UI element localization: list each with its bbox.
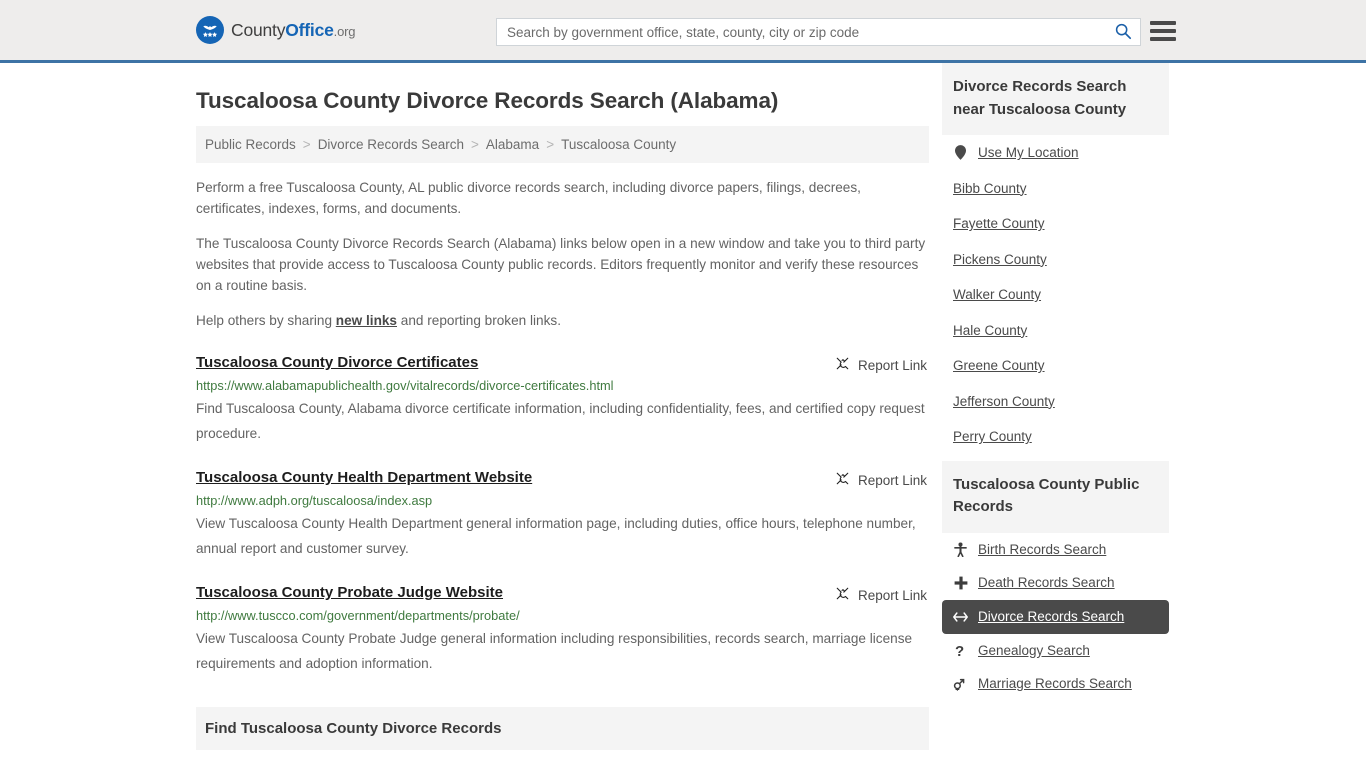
search-box: [496, 18, 1141, 46]
record-type-link[interactable]: Genealogy Search: [978, 642, 1090, 660]
record-type-link[interactable]: Birth Records Search: [978, 541, 1106, 559]
hamburger-menu-icon[interactable]: [1150, 19, 1176, 43]
listing-title-link[interactable]: Tuscaloosa County Divorce Certificates: [196, 354, 478, 373]
county-link[interactable]: Pickens County: [953, 251, 1047, 269]
new-links-link[interactable]: new links: [336, 313, 397, 328]
sidebar-item-divorce-records-search[interactable]: Divorce Records Search: [942, 600, 1169, 634]
sidebar: Divorce Records Search near Tuscaloosa C…: [942, 63, 1169, 768]
sidebar-item-fayette-county[interactable]: Fayette County: [942, 206, 1169, 242]
report-link-label: Report Link: [857, 357, 927, 373]
map-pin-icon: [953, 145, 968, 161]
listing-header: Tuscaloosa County Health Department Webs…: [196, 469, 929, 489]
baby-icon: [953, 542, 968, 558]
sidebar-panel-title: Divorce Records Search near Tuscaloosa C…: [942, 63, 1169, 135]
listing-description: Find Tuscaloosa County, Alabama divorce …: [196, 401, 925, 442]
listing-header: Tuscaloosa County Divorce Certificates R…: [196, 354, 929, 374]
county-link[interactable]: Hale County: [953, 322, 1027, 340]
page-title: Tuscaloosa County Divorce Records Search…: [196, 88, 779, 113]
record-type-link[interactable]: Divorce Records Search: [978, 608, 1124, 626]
sidebar-item-pickens-county[interactable]: Pickens County: [942, 242, 1169, 278]
listing-item: Tuscaloosa County Divorce Certificates R…: [196, 354, 929, 446]
listing-url[interactable]: http://www.adph.org/tuscaloosa/index.asp: [196, 493, 929, 510]
sidebar-item-bibb-county[interactable]: Bibb County: [942, 171, 1169, 207]
listing-item: Tuscaloosa County Probate Judge Website …: [196, 584, 929, 676]
nearby-counties-list: Use My Location Bibb County Fayette Coun…: [942, 135, 1169, 455]
listing-description: View Tuscaloosa County Probate Judge gen…: [196, 630, 913, 671]
report-link-label: Report Link: [857, 587, 927, 603]
breadcrumb-item-public-records[interactable]: Public Records: [205, 137, 296, 152]
report-link-button[interactable]: Report Link: [835, 354, 927, 374]
breadcrumb-item-divorce-records-search[interactable]: Divorce Records Search: [318, 137, 464, 152]
breadcrumb: Public Records > Divorce Records Search …: [196, 126, 929, 163]
eagle-badge-icon: [196, 16, 224, 44]
help-suffix-text: and reporting broken links.: [397, 313, 561, 329]
hamburger-bar-2: [1150, 29, 1176, 33]
cross-icon: [953, 576, 968, 590]
question-mark-icon: ?: [953, 643, 968, 658]
svg-text:?: ?: [955, 643, 964, 658]
use-my-location-link[interactable]: Use My Location: [978, 144, 1079, 162]
breadcrumb-item-tuscaloosa-county[interactable]: Tuscaloosa County: [561, 137, 676, 152]
sidebar-item-hale-county[interactable]: Hale County: [942, 313, 1169, 349]
sidebar-item-perry-county[interactable]: Perry County: [942, 419, 1169, 455]
help-paragraph: Help others by sharing new links and rep…: [196, 310, 929, 331]
sidebar-item-use-my-location[interactable]: Use My Location: [942, 135, 1169, 171]
search-icon: [1114, 22, 1132, 43]
hamburger-bar-1: [1150, 21, 1176, 25]
county-link[interactable]: Jefferson County: [953, 393, 1055, 411]
county-link[interactable]: Fayette County: [953, 215, 1045, 233]
broken-link-icon: [835, 471, 850, 489]
left-right-arrow-icon: [953, 611, 968, 623]
main-content: Tuscaloosa County Divorce Records Search…: [196, 63, 929, 768]
logo-text-office: Office: [285, 19, 334, 40]
record-type-link[interactable]: Marriage Records Search: [978, 675, 1132, 693]
breadcrumb-separator: >: [546, 137, 555, 152]
county-link[interactable]: Walker County: [953, 286, 1041, 304]
broken-link-icon: [835, 356, 850, 374]
sidebar-item-genealogy-search[interactable]: ? Genealogy Search: [942, 634, 1169, 668]
record-type-link[interactable]: Death Records Search: [978, 574, 1115, 592]
section-heading-find-records: Find Tuscaloosa County Divorce Records: [196, 707, 929, 751]
site-logo[interactable]: CountyOffice.org: [196, 16, 355, 44]
site-header: CountyOffice.org: [0, 0, 1366, 63]
listing-description: View Tuscaloosa County Health Department…: [196, 515, 916, 557]
sidebar-item-walker-county[interactable]: Walker County: [942, 277, 1169, 313]
sidebar-panel-public-records: Tuscaloosa County Public Records Birth R…: [942, 460, 1169, 701]
logo-text-org: .org: [333, 23, 356, 39]
sidebar-item-birth-records-search[interactable]: Birth Records Search: [942, 533, 1169, 567]
listing-url[interactable]: http://www.tuscco.com/government/departm…: [196, 608, 929, 625]
report-link-button[interactable]: Report Link: [835, 469, 927, 489]
public-records-list: Birth Records Search Death Records Searc…: [942, 533, 1169, 701]
breadcrumb-separator: >: [471, 137, 479, 152]
intro-paragraph-1: Perform a free Tuscaloosa County, AL pub…: [196, 180, 861, 217]
listing-url[interactable]: https://www.alabamapublichealth.gov/vita…: [196, 378, 929, 395]
listing-title-link[interactable]: Tuscaloosa County Health Department Webs…: [196, 469, 532, 488]
page-container: Tuscaloosa County Divorce Records Search…: [0, 63, 1366, 768]
search-input[interactable]: [497, 19, 1106, 45]
county-link[interactable]: Greene County: [953, 357, 1045, 375]
sidebar-item-death-records-search[interactable]: Death Records Search: [942, 566, 1169, 600]
report-link-label: Report Link: [857, 472, 927, 488]
hamburger-bar-3: [1150, 37, 1176, 41]
intro-paragraph-2: The Tuscaloosa County Divorce Records Se…: [196, 236, 926, 294]
broken-link-icon: [835, 586, 850, 604]
search-button[interactable]: [1106, 19, 1140, 45]
sidebar-item-jefferson-county[interactable]: Jefferson County: [942, 384, 1169, 420]
logo-text: CountyOffice.org: [231, 20, 355, 41]
sidebar-item-marriage-records-search[interactable]: Marriage Records Search: [942, 667, 1169, 701]
report-link-button[interactable]: Report Link: [835, 584, 927, 604]
breadcrumb-separator: >: [302, 137, 311, 152]
county-link[interactable]: Bibb County: [953, 180, 1027, 198]
male-female-icon: [953, 677, 968, 691]
county-link[interactable]: Perry County: [953, 428, 1032, 446]
sidebar-panel-title: Tuscaloosa County Public Records: [942, 460, 1169, 533]
help-prefix-text: Help others by sharing: [196, 313, 336, 329]
listing-title-link[interactable]: Tuscaloosa County Probate Judge Website: [196, 584, 503, 603]
listing-item: Tuscaloosa County Health Department Webs…: [196, 469, 929, 561]
logo-text-county: County: [231, 19, 286, 40]
sidebar-panel-nearby-counties: Divorce Records Search near Tuscaloosa C…: [942, 63, 1169, 455]
sidebar-item-greene-county[interactable]: Greene County: [942, 348, 1169, 384]
breadcrumb-item-alabama[interactable]: Alabama: [486, 137, 539, 152]
listing-header: Tuscaloosa County Probate Judge Website …: [196, 584, 929, 604]
